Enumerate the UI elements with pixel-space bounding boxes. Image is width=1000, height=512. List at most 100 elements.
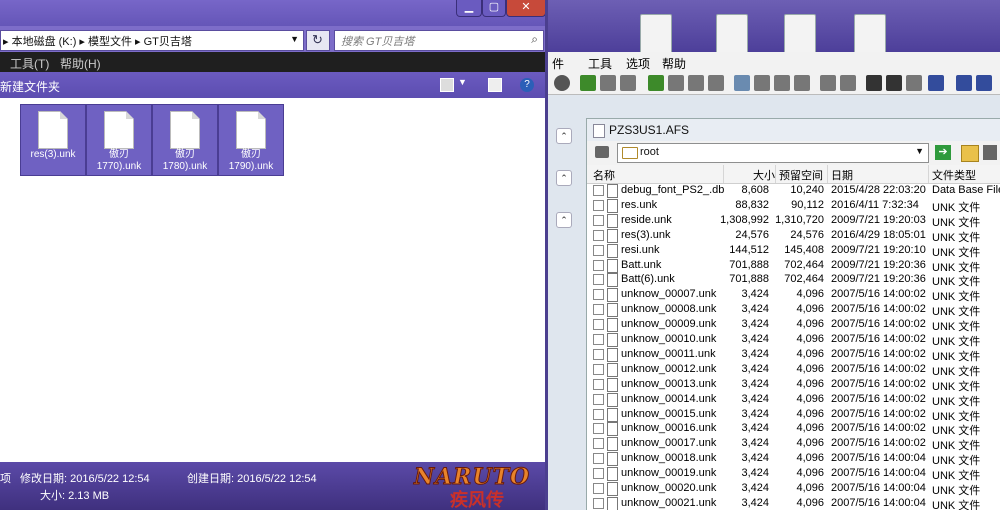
column-header-date[interactable]: 日期 — [831, 167, 853, 183]
column-header-type[interactable]: 文件类型 — [932, 167, 976, 183]
row-checkbox[interactable] — [593, 185, 604, 196]
table-row[interactable]: unknow_00010.unk 3,424 4,096 2007/5/16 14:0… — [587, 332, 1000, 348]
row-checkbox[interactable] — [593, 199, 604, 211]
menu-options[interactable]: 选项 — [626, 55, 650, 72]
menu-help[interactable]: 帮助 — [662, 55, 686, 72]
row-checkbox[interactable] — [593, 229, 604, 241]
parent-folder-icon[interactable] — [595, 146, 609, 158]
row-checkbox[interactable] — [593, 348, 604, 360]
row-checkbox[interactable] — [593, 438, 604, 450]
column-divider[interactable] — [928, 165, 929, 183]
collapse-up-icon[interactable]: ⌃ — [556, 170, 572, 186]
insert-icon[interactable] — [648, 75, 664, 91]
menu-file[interactable]: 件 — [552, 55, 564, 72]
table-row[interactable]: debug_font_PS2_.db 8,608 10,240 2015/4/28 2… — [587, 183, 1000, 198]
desktop-file-icon[interactable] — [716, 14, 748, 54]
row-checkbox[interactable] — [593, 378, 604, 390]
table-row[interactable]: unknow_00020.unk 3,424 4,096 2007/5/16 14:0… — [587, 481, 1000, 497]
file-tile[interactable]: res(3).unk — [20, 104, 86, 176]
file-tile[interactable]: 傲刃 1770).unk — [86, 104, 152, 176]
row-checkbox[interactable] — [593, 423, 604, 435]
file-tile[interactable]: 傲刃 1790).unk — [218, 104, 284, 176]
row-checkbox[interactable] — [593, 259, 604, 271]
desktop-file-icon[interactable] — [640, 14, 672, 54]
table-row[interactable]: unknow_00007.unk 3,424 4,096 2007/5/16 14:0… — [587, 287, 1000, 303]
table-row[interactable]: Batt.unk 701,888 702,464 2009/7/21 19:20:36… — [587, 258, 1000, 274]
table-row[interactable]: unknow_00008.unk 3,424 4,096 2007/5/16 14:0… — [587, 302, 1000, 318]
minimize-button[interactable]: ▁ — [456, 0, 482, 17]
column-header-size[interactable]: 大小 — [753, 167, 775, 183]
table-row[interactable]: unknow_00009.unk 3,424 4,096 2007/5/16 14:0… — [587, 317, 1000, 333]
table-row[interactable]: unknow_00012.unk 3,424 4,096 2007/5/16 14:0… — [587, 362, 1000, 378]
file-tile[interactable]: 傲刃 1780).unk — [152, 104, 218, 176]
row-checkbox[interactable] — [593, 497, 604, 509]
rename-icon[interactable] — [708, 75, 724, 91]
chevron-down-icon[interactable]: ▼ — [915, 146, 924, 156]
row-checkbox[interactable] — [593, 244, 604, 256]
table-row[interactable]: res(3).unk 24,576 24,576 2016/4/29 18:05:01… — [587, 228, 1000, 244]
table-row[interactable]: reside.unk 1,308,992 1,310,720 2009/7/21 19… — [587, 213, 1000, 229]
table-row[interactable]: unknow_00021.unk 3,424 4,096 2007/5/16 14:0… — [587, 496, 1000, 510]
import-icon[interactable] — [620, 75, 636, 91]
collapse-up-icon[interactable]: ⌃ — [556, 128, 572, 144]
desktop-file-icon[interactable] — [854, 14, 886, 54]
view-options-icon[interactable] — [440, 78, 454, 92]
properties-icon[interactable] — [734, 75, 750, 91]
more-icon[interactable] — [983, 145, 997, 160]
row-checkbox[interactable] — [593, 483, 604, 494]
new-folder-button[interactable]: 新建文件夹 — [0, 78, 60, 95]
menu-tools[interactable]: 工具 — [588, 55, 612, 72]
chevron-down-icon[interactable]: ▼ — [290, 34, 299, 44]
row-checkbox[interactable] — [593, 393, 604, 405]
close-button[interactable]: ✕ — [506, 0, 546, 17]
replace-icon[interactable] — [668, 75, 684, 91]
cut-icon[interactable] — [794, 75, 810, 91]
collapse-up-icon[interactable]: ⌃ — [556, 212, 572, 228]
table-row[interactable]: unknow_00011.unk 3,424 4,096 2007/5/16 14:0… — [587, 347, 1000, 363]
refresh-button[interactable]: ↻ — [306, 30, 330, 51]
column-header-name[interactable]: 名称 — [593, 167, 615, 183]
search-icon[interactable]: ⌕ — [531, 32, 538, 47]
delete-icon[interactable] — [688, 75, 704, 91]
column-divider[interactable] — [775, 165, 776, 183]
tile-icon[interactable] — [976, 75, 992, 91]
row-checkbox[interactable] — [593, 319, 604, 331]
crc-icon[interactable] — [928, 75, 944, 91]
row-checkbox[interactable] — [593, 289, 604, 301]
table-row[interactable]: unknow_00017.unk 3,424 4,096 2007/5/16 14:0… — [587, 436, 1000, 452]
row-checkbox[interactable] — [593, 274, 604, 286]
row-checkbox[interactable] — [593, 468, 604, 480]
column-divider[interactable] — [723, 165, 724, 183]
table-row[interactable]: unknow_00014.unk 3,424 4,096 2007/5/16 14:0… — [587, 392, 1000, 408]
menu-tools[interactable]: 工具(T) — [10, 55, 49, 72]
extract-icon[interactable] — [580, 75, 596, 91]
calc-icon[interactable] — [906, 75, 922, 91]
down-icon[interactable] — [840, 75, 856, 91]
menu-help[interactable]: 帮助(H) — [60, 55, 101, 72]
stop-icon[interactable] — [554, 75, 570, 91]
help-icon[interactable]: ? — [520, 78, 534, 92]
table-row[interactable]: unknow_00013.unk 3,424 4,096 2007/5/16 14:0… — [587, 377, 1000, 393]
open-folder-icon[interactable] — [961, 145, 979, 162]
row-checkbox[interactable] — [593, 453, 604, 465]
chevron-down-icon[interactable]: ▼ — [458, 77, 467, 87]
row-checkbox[interactable] — [593, 408, 604, 420]
row-checkbox[interactable] — [593, 363, 604, 375]
row-checkbox[interactable] — [593, 214, 604, 226]
preview-pane-icon[interactable] — [488, 78, 502, 92]
maximize-button[interactable]: ▢ — [482, 0, 506, 17]
up-icon[interactable] — [820, 75, 836, 91]
table-row[interactable]: unknow_00016.unk 3,424 4,096 2007/5/16 14:0… — [587, 421, 1000, 437]
column-header-reserved[interactable]: 预留空间 — [779, 167, 823, 183]
table-row[interactable]: unknow_00018.unk 3,424 4,096 2007/5/16 14:0… — [587, 451, 1000, 467]
column-divider[interactable] — [827, 165, 828, 183]
table-row[interactable]: resi.unk 144,512 145,408 2009/7/21 19:20:10… — [587, 243, 1000, 259]
paste-icon[interactable] — [774, 75, 790, 91]
window-icon[interactable] — [956, 75, 972, 91]
address-bar[interactable]: ▸ 本地磁盘 (K:) ▸ 模型文件 ▸ GT贝吉塔 ▼ — [0, 30, 304, 51]
desktop-file-icon[interactable] — [784, 14, 816, 54]
table-row[interactable]: unknow_00015.unk 3,424 4,096 2007/5/16 14:0… — [587, 407, 1000, 423]
align-left-icon[interactable] — [866, 75, 882, 91]
row-checkbox[interactable] — [593, 334, 604, 345]
row-checkbox[interactable] — [593, 304, 604, 316]
